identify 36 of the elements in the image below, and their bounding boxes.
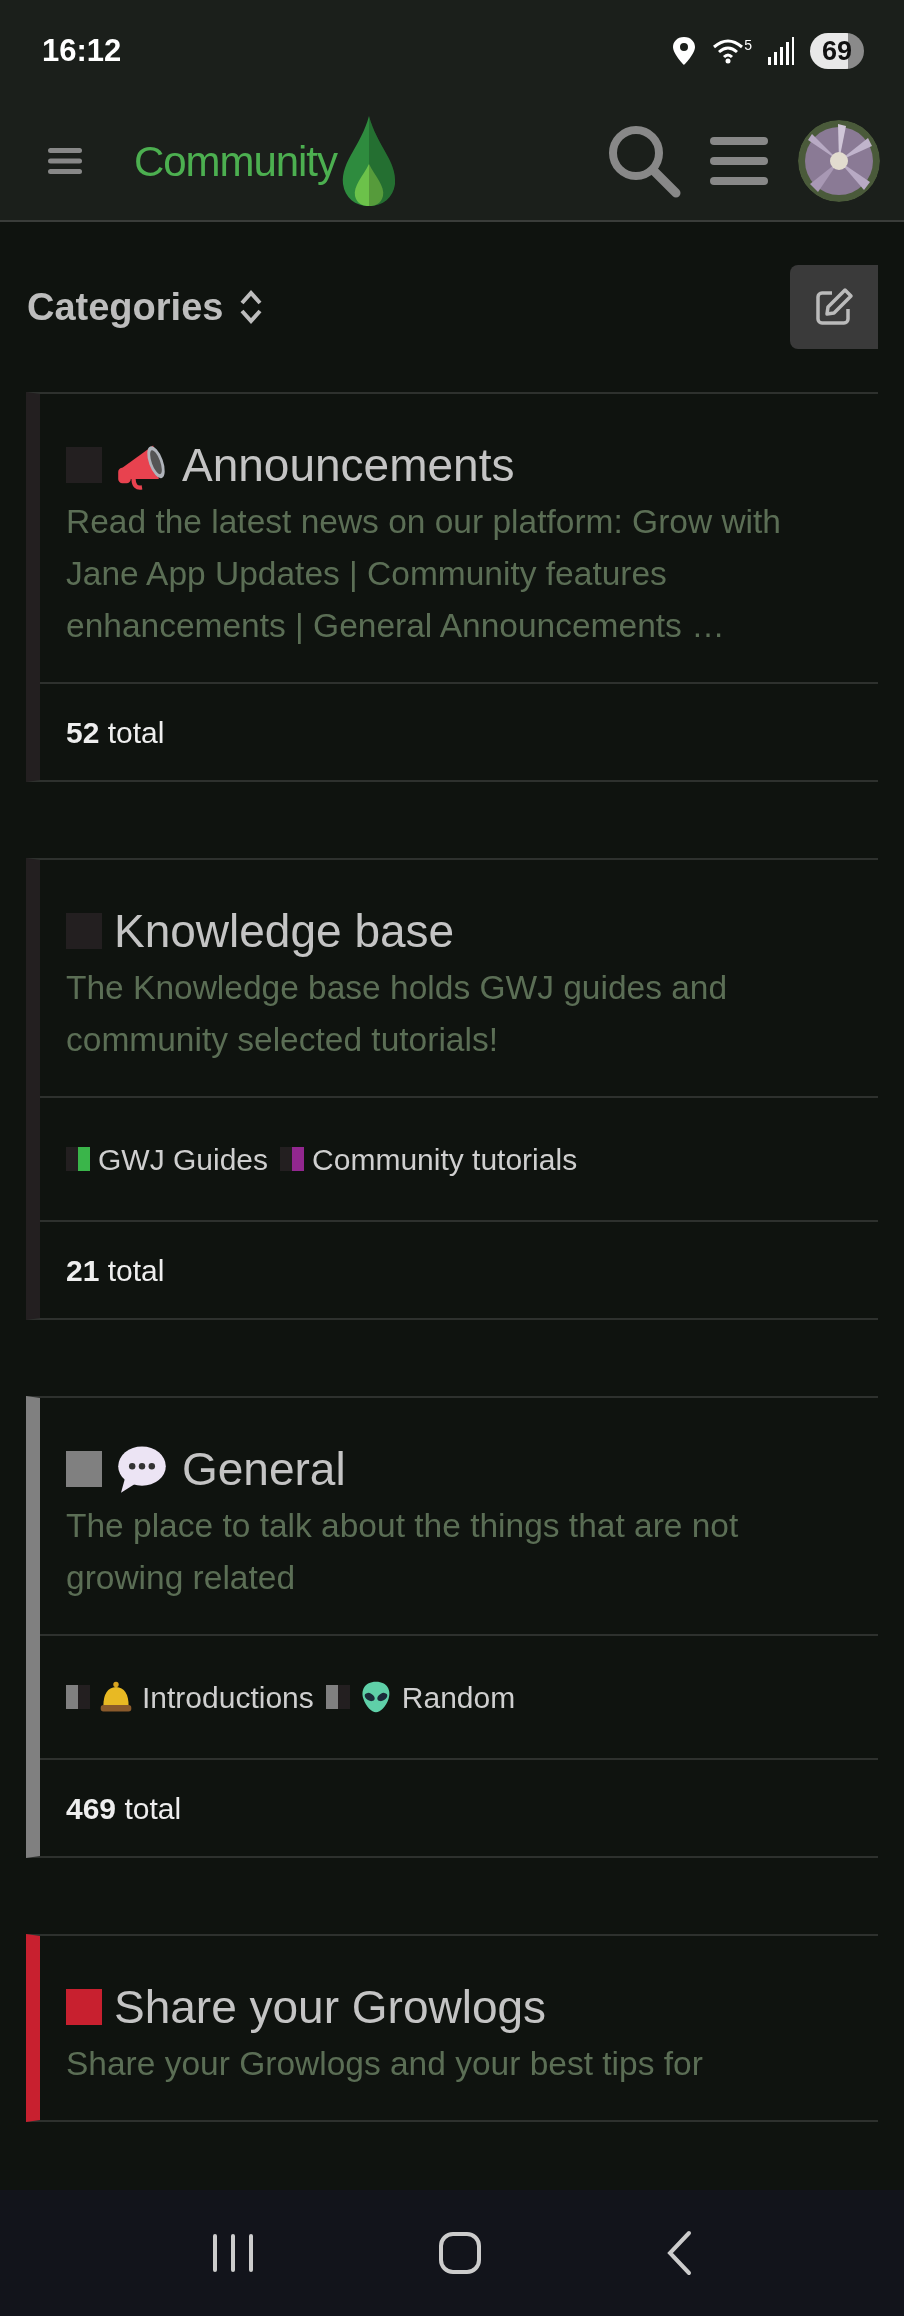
- subcategory-link[interactable]: Introductions: [142, 1674, 314, 1720]
- subcategory-link[interactable]: Community tutorials: [312, 1136, 578, 1182]
- category-title[interactable]: Share your Growlogs: [114, 1976, 547, 2038]
- battery-indicator: 69: [809, 33, 864, 69]
- topic-total: 21 total: [66, 1252, 165, 1289]
- menu-icon[interactable]: [48, 146, 82, 176]
- category-description: Share your Growlogs and your best tips for: [66, 2044, 704, 2084]
- wifi-label: 5: [744, 38, 752, 52]
- location-icon: [672, 36, 697, 66]
- menu-icon[interactable]: [710, 135, 768, 187]
- edit-icon: [814, 287, 854, 327]
- topic-total: 469 total: [66, 1790, 182, 1827]
- category-description: The place to talk about the things that are not growing related: [66, 1506, 740, 1598]
- status-time: 16:12: [42, 31, 122, 70]
- category-title[interactable]: General: [182, 1438, 346, 1500]
- signal-icon: [767, 37, 794, 65]
- leaf-logo-icon[interactable]: [340, 116, 397, 206]
- category-card[interactable]: Share your Growlogs Share your Growlogs and your best tips for: [26, 1934, 878, 2122]
- category-title[interactable]: Announcements: [182, 434, 515, 496]
- topic-total: 52 total: [66, 714, 165, 751]
- category-card[interactable]: General The place to talk about the things that are not growing related Introductions Random 469 total: [26, 1396, 878, 1858]
- logo-text[interactable]: Community: [134, 129, 337, 193]
- category-card[interactable]: Announcements Read the latest news on our platform: Grow with Jane App Updates | Community features enhancements | General Announcements … 52 total: [26, 392, 878, 782]
- new-topic-button[interactable]: [790, 265, 878, 349]
- home-icon[interactable]: [438, 2231, 482, 2275]
- subcategory-link[interactable]: Random: [401, 1674, 516, 1720]
- category-title[interactable]: Knowledge base: [114, 900, 455, 962]
- wifi-icon: [712, 38, 745, 64]
- category-description: Read the latest news on our platform: Grow with Jane App Updates | Community features enhancements | General Announcements …: [66, 502, 782, 646]
- category-description: The Knowledge base holds GWJ guides and community selected tutorials!: [66, 968, 729, 1060]
- category-card[interactable]: Knowledge base The Knowledge base holds GWJ guides and community selected tutorials! GWJ Guides Community tutorials 21 total: [26, 858, 878, 1320]
- chevron-up-down-icon[interactable]: [239, 289, 264, 325]
- search-icon[interactable]: [606, 123, 682, 199]
- page-title: Categories: [27, 284, 224, 330]
- subcategory-link[interactable]: GWJ Guides: [98, 1136, 269, 1182]
- recent-apps-icon[interactable]: [211, 2232, 256, 2274]
